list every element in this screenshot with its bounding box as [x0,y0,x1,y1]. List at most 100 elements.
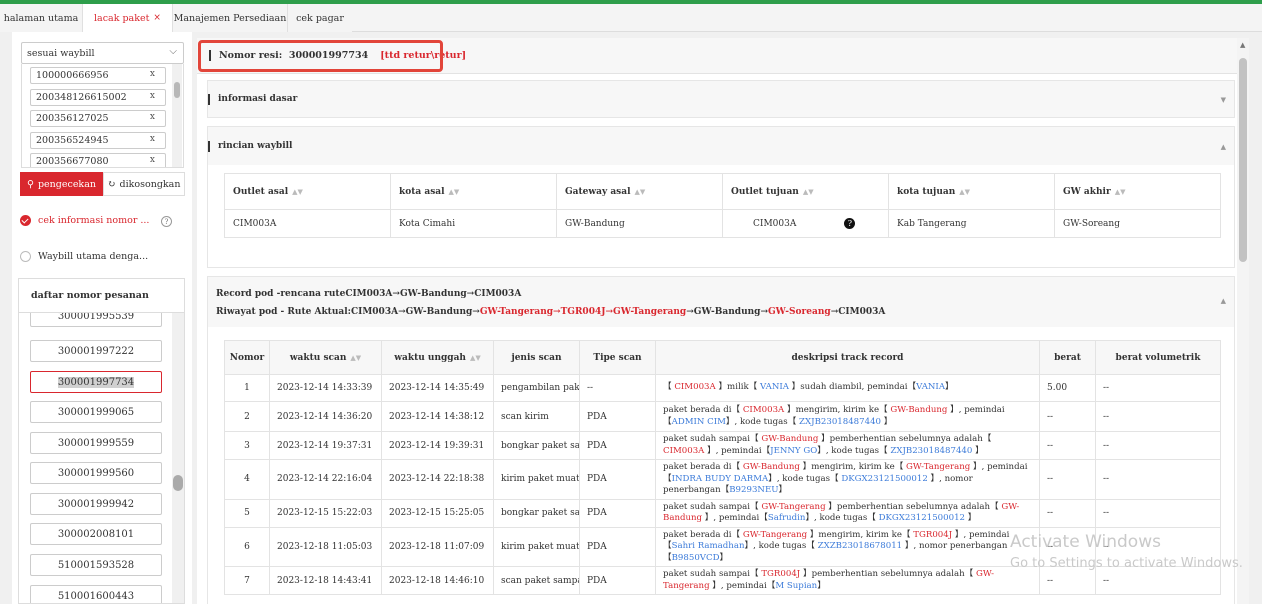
desc-part: TGR004J [913,529,953,540]
header-text: Outlet asal [233,186,289,197]
close-icon[interactable]: x [150,155,155,165]
section-informasi-dasar[interactable]: informasi dasar ▼ [207,80,1235,118]
section-rincian-waybill: rincian waybill ▲ Outlet asal ▲▼ kota asa… [207,126,1235,268]
desc-part: 】 [881,416,893,427]
order-item[interactable]: 300001999942 [30,493,162,515]
order-list-scrollbar[interactable] [172,313,184,603]
column-header[interactable]: kota tujuan ▲▼ [888,173,1055,210]
planned-route: Record pod -rencana ruteCIM003A→GW-Bandu… [216,289,522,299]
column-header: deskripsi track record [655,340,1040,375]
desc-part: 】sudah diambil, pemindai【 [788,382,917,393]
close-icon[interactable]: x [150,91,155,101]
column-header[interactable]: waktu unggah ▲▼ [381,340,494,375]
scroll-thumb[interactable] [174,82,180,98]
question-icon[interactable]: ? [844,218,856,229]
close-icon[interactable]: × [153,13,161,23]
desc-part: 】, kode tugas【 [744,541,818,551]
sort-icon[interactable]: ▲▼ [449,187,460,196]
chevron-down-icon[interactable]: ▼ [1221,95,1226,104]
order-list-title-text: daftar nomor pesanan [31,290,149,301]
order-item[interactable]: 300001999065 [30,401,162,423]
tab-cek-pagar[interactable]: cek pagar [288,4,352,32]
order-item[interactable]: 510001593528 [30,554,162,576]
desc-part: 】, pemindai【 [709,580,776,591]
help-icon[interactable]: ? [161,216,172,227]
sort-icon[interactable]: ▲▼ [350,353,361,362]
order-number: 300001999065 [57,406,135,418]
desc-part: paket sudah sampai【 [663,501,762,512]
scroll-thumb[interactable] [173,475,183,491]
table-row: 1 2023-12-14 14:33:39 2023-12-14 14:35:49 p… [224,374,1221,402]
close-icon[interactable]: x [150,112,155,122]
desc-part: M Supian [775,580,818,591]
sort-icon[interactable]: ▲▼ [959,187,970,196]
waybill-input-list: 100000666956 x 200348126615002 x 200356127… [21,64,184,168]
column-header[interactable]: waktu scan ▲▼ [269,340,382,375]
cell-berat: -- [1039,401,1096,432]
option-cek-informasi[interactable]: cek informasi nomor ... [20,215,149,226]
cell-nomor: 1 [224,374,270,402]
order-number: 300001997222 [57,345,135,357]
column-header[interactable]: kota asal ▲▼ [390,173,557,210]
order-item[interactable]: 300001995539 [30,313,162,327]
order-item[interactable]: 300001999560 [30,462,162,484]
section-header[interactable]: rincian waybill ▲ [208,127,1234,165]
header-text: waktu scan [289,352,347,363]
clear-button[interactable]: ↻ dikosongkan [103,172,185,196]
cell-gateway-asal: GW-Bandung [556,209,723,238]
column-header[interactable]: Outlet tujuan ▲▼ [722,173,889,210]
radio-checked-icon[interactable] [20,215,31,226]
desc-part: paket berada di【 [663,462,743,472]
desc-part: 】 [817,580,826,591]
tab-manajemen-persediaan[interactable]: Manajemen Persediaan [173,4,288,32]
waybill-table: Outlet asal ▲▼ kota asal ▲▼ Gateway asal ▲▼… [224,173,1221,238]
scroll-up-icon[interactable]: ▲ [1240,41,1245,49]
cell-waktu-scan: 2023-12-14 19:37:31 [269,431,382,460]
desc-part: ZXJB23018487440 [890,445,973,456]
chevron-up-icon[interactable]: ▲ [1221,297,1226,305]
table-row: CIM003A Kota Cimahi GW-Bandung CIM003A? … [224,209,1221,238]
search-button[interactable]: ⚲ pengecekan [20,172,103,196]
order-item[interactable]: 300002008101 [30,523,162,545]
desc-part: B9850VCD [671,552,720,563]
sort-icon[interactable]: ▲▼ [635,187,646,196]
cell-waktu-unggah: 2023-12-18 11:07:09 [381,526,494,567]
chevron-down-icon: ⌵ [169,46,177,57]
actual-route: Riwayat pod - Rute Aktual:CIM003A→GW-Ban… [216,307,885,317]
cell-berat-volumetrik: -- [1095,498,1221,528]
search-icon: ⚲ [27,178,34,190]
column-header[interactable]: Outlet asal ▲▼ [224,173,391,210]
scroll-thumb[interactable] [1239,58,1247,262]
desc-part: paket berada di【 [663,529,743,540]
section-header[interactable]: informasi dasar ▼ [208,81,1234,117]
order-item[interactable]: 300001999559 [30,432,162,454]
chevron-up-icon[interactable]: ▲ [1221,142,1226,151]
desc-part: DKGX23121500012 [878,513,965,523]
search-mode-select[interactable]: sesuai waybill ⌵ [21,42,184,64]
table-header-row: Outlet asal ▲▼ kota asal ▲▼ Gateway asal ▲▼… [224,173,1221,210]
desc-part: 】, kode tugas【 [805,513,879,523]
sort-icon[interactable]: ▲▼ [470,353,481,362]
sort-icon[interactable]: ▲▼ [803,187,814,196]
cell-jenis-scan: scan paket sampai [493,566,580,595]
column-header[interactable]: Gateway asal ▲▼ [556,173,723,210]
tab-lacak-paket[interactable]: lacak paket × [83,4,173,32]
close-icon[interactable]: x [150,69,155,79]
radio-icon[interactable] [20,251,31,262]
close-icon[interactable]: x [150,134,155,144]
column-header[interactable]: GW akhir ▲▼ [1054,173,1221,210]
refresh-icon: ↻ [107,178,116,190]
waybill-number: 100000666956 [36,70,109,81]
sort-icon[interactable]: ▲▼ [292,187,303,196]
desc-part: GW-Bandung [742,462,800,472]
order-item[interactable]: 510001600443 [30,585,162,603]
waybill-list-scrollbar[interactable] [172,64,182,167]
title-bar [208,140,210,152]
main-scrollbar[interactable]: ▲ [1237,38,1249,604]
tab-halaman-utama[interactable]: halaman utama [0,4,83,32]
sort-icon[interactable]: ▲▼ [1115,187,1126,196]
order-item[interactable]: 300001997222 [30,340,162,362]
order-item-selected[interactable]: 300001997734 [30,371,162,393]
order-number: 300001999942 [57,498,135,510]
option-waybill-utama[interactable]: Waybill utama denga... [20,251,148,262]
